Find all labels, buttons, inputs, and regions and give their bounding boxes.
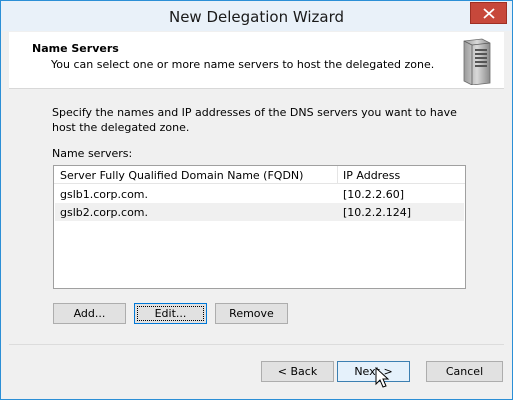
name-servers-list[interactable]: Server Fully Qualified Domain Name (FQDN… bbox=[53, 165, 466, 289]
edit-button[interactable]: Edit... bbox=[134, 303, 207, 324]
column-header-ip[interactable]: IP Address bbox=[343, 169, 400, 182]
window-title: New Delegation Wizard bbox=[168, 8, 345, 26]
add-button[interactable]: Add... bbox=[53, 303, 126, 324]
list-item[interactable]: gslb2.corp.com. [10.2.2.124] bbox=[55, 203, 464, 221]
remove-button[interactable]: Remove bbox=[215, 303, 288, 324]
close-button[interactable] bbox=[470, 2, 507, 24]
column-divider[interactable] bbox=[337, 166, 338, 184]
add-button-label: Add... bbox=[73, 307, 106, 320]
close-icon bbox=[483, 8, 495, 19]
wizard-window: New Delegation Wizard Name Servers You c… bbox=[0, 0, 513, 400]
server-icon bbox=[463, 38, 491, 85]
page-title: Name Servers bbox=[32, 42, 119, 55]
name-servers-label: Name servers: bbox=[52, 147, 133, 160]
column-header-fqdn[interactable]: Server Fully Qualified Domain Name (FQDN… bbox=[60, 169, 303, 182]
ip-cell: [10.2.2.124] bbox=[343, 206, 412, 219]
title-bar[interactable]: New Delegation Wizard bbox=[1, 1, 512, 31]
fqdn-cell: gslb1.corp.com. bbox=[60, 188, 149, 201]
focus-ring bbox=[137, 306, 204, 321]
cancel-button-label: Cancel bbox=[445, 365, 484, 378]
footer-divider bbox=[9, 344, 504, 345]
remove-button-label: Remove bbox=[229, 307, 274, 320]
instructions-text: Specify the names and IP addresses of th… bbox=[52, 106, 457, 134]
fqdn-cell: gslb2.corp.com. bbox=[60, 206, 149, 219]
back-button[interactable]: < Back bbox=[261, 361, 334, 382]
ip-cell: [10.2.2.60] bbox=[343, 188, 405, 201]
page-subtitle: You can select one or more name servers … bbox=[51, 58, 435, 71]
wizard-header: Name Servers You can select one or more … bbox=[9, 32, 504, 89]
back-button-label: < Back bbox=[277, 365, 318, 378]
mouse-pointer-icon bbox=[375, 367, 390, 388]
list-header: Server Fully Qualified Domain Name (FQDN… bbox=[54, 166, 465, 184]
cancel-button[interactable]: Cancel bbox=[426, 361, 503, 382]
list-item[interactable]: gslb1.corp.com. [10.2.2.60] bbox=[55, 185, 464, 203]
next-button[interactable]: Next > bbox=[337, 361, 410, 382]
